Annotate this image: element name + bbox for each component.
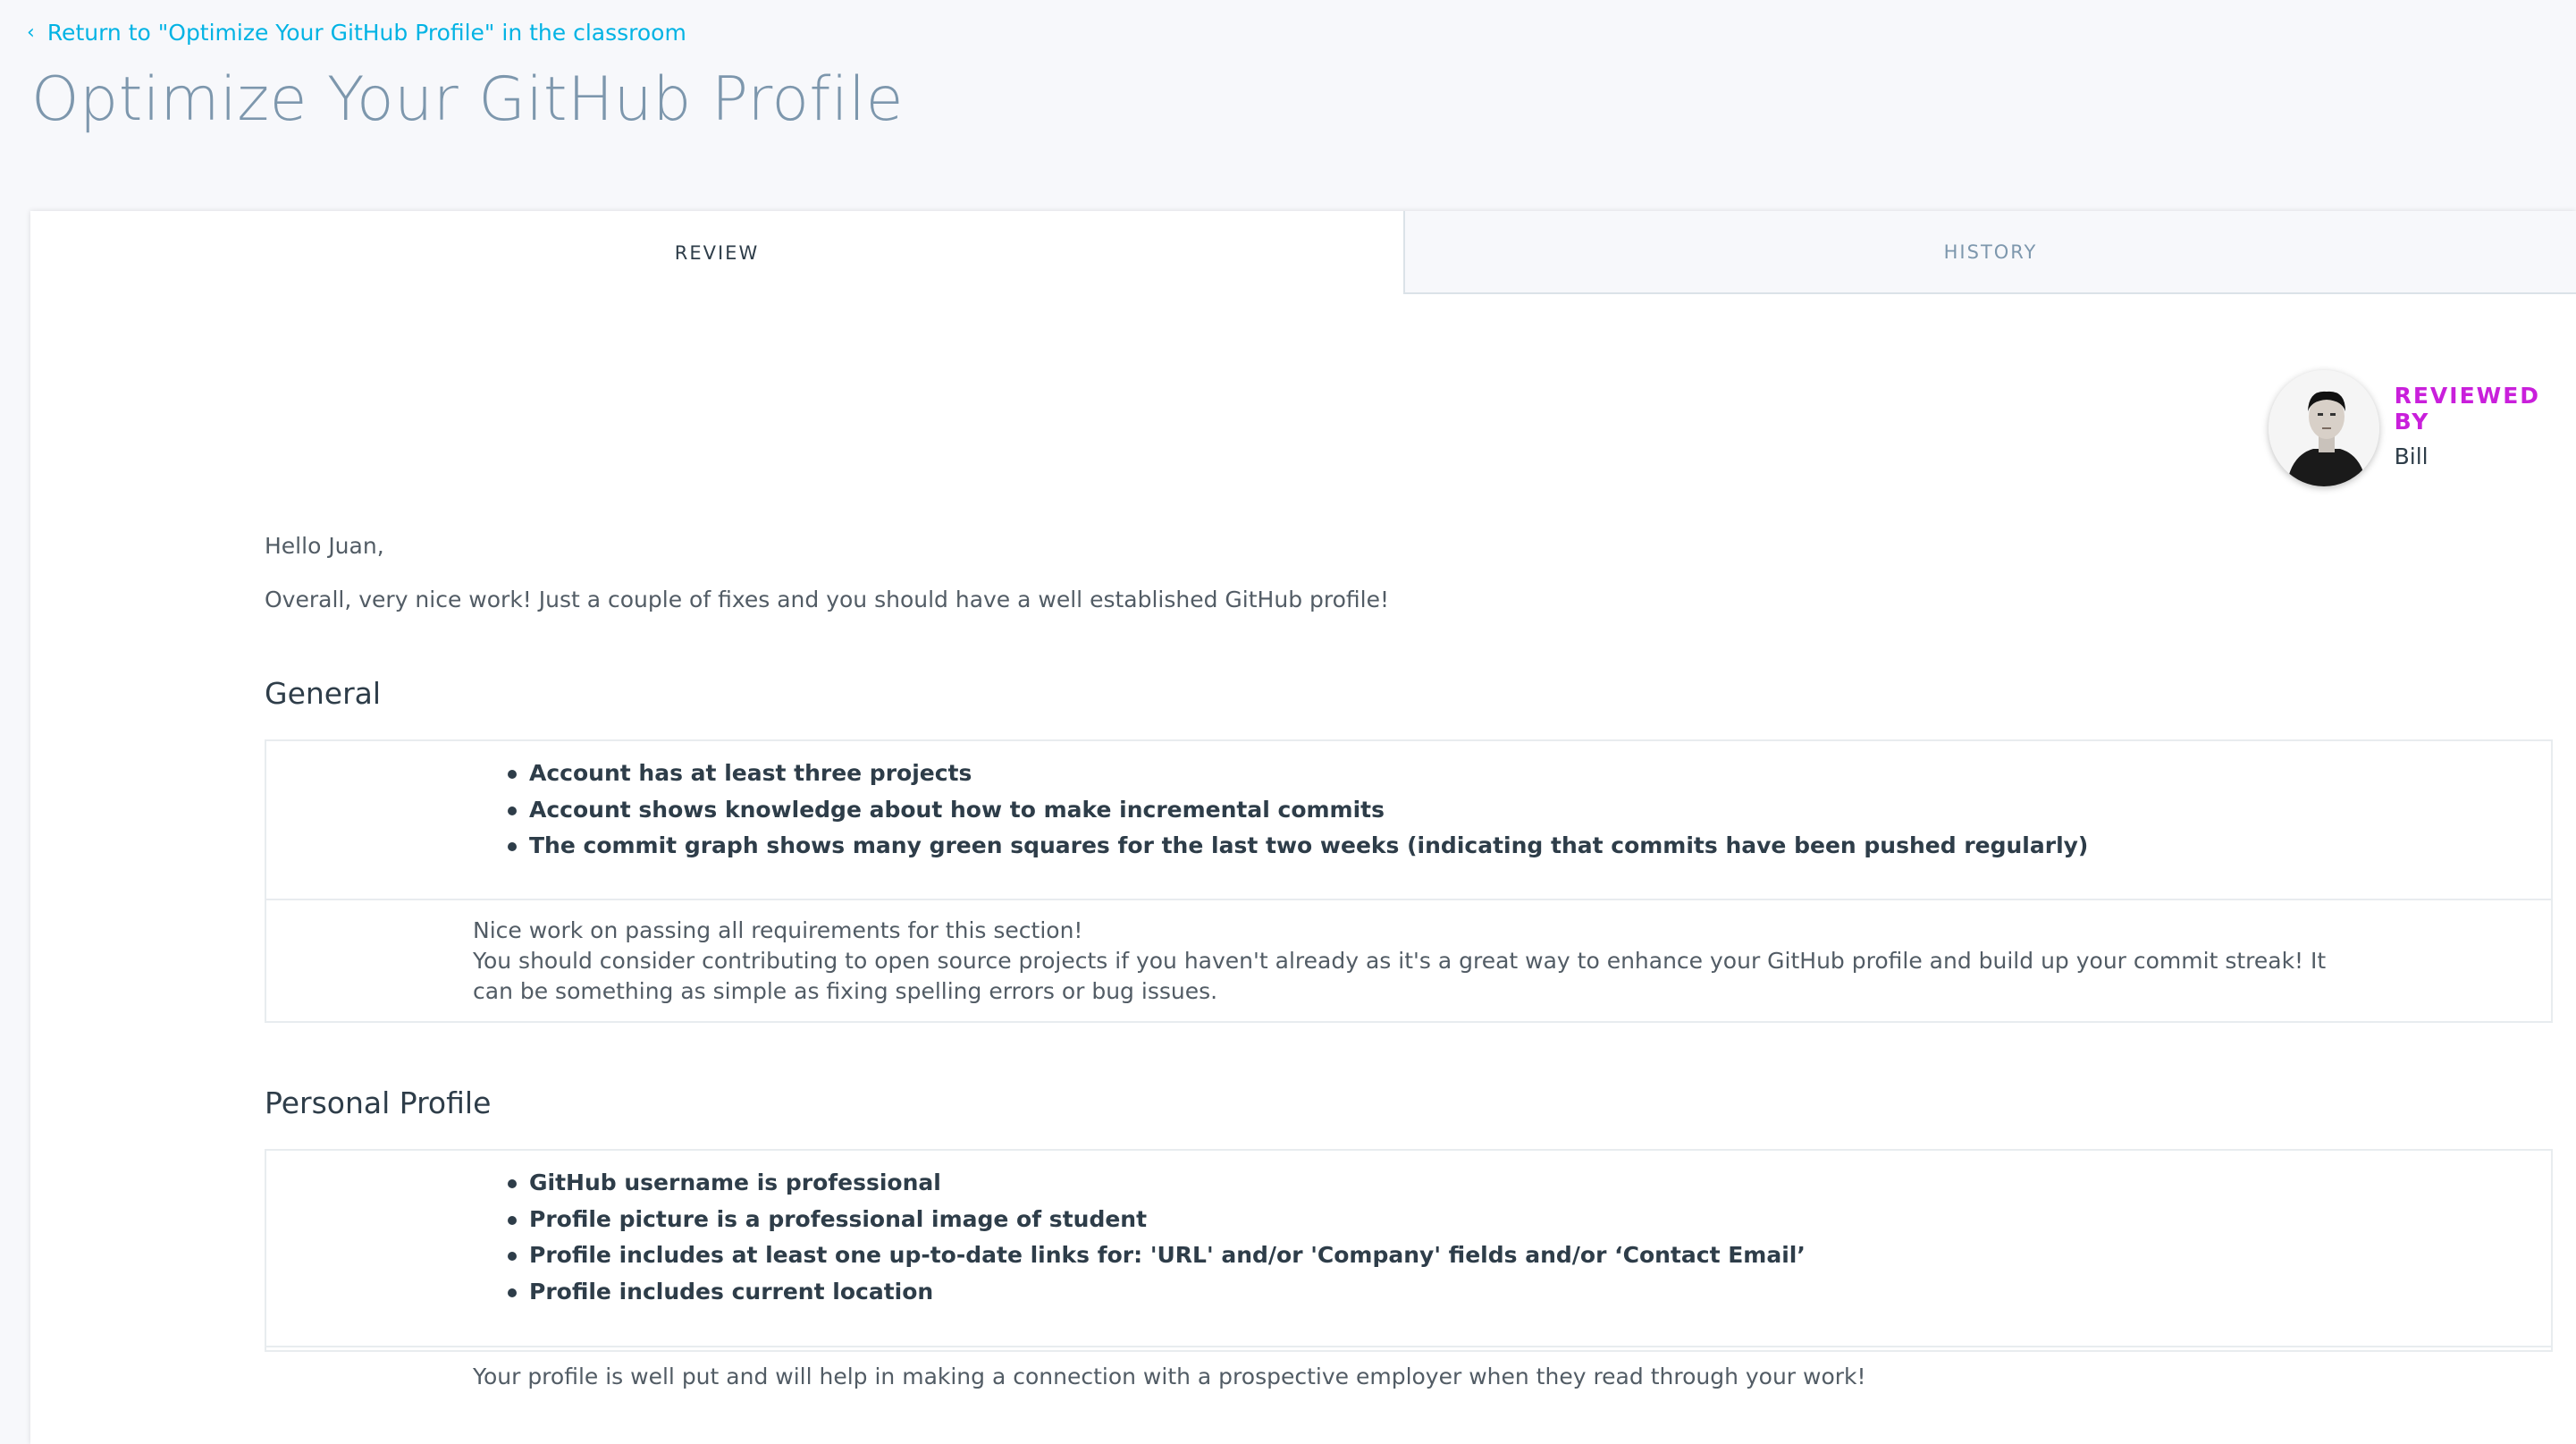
overall-comment: Overall, very nice work! Just a couple o… [265,587,1389,612]
section-personal-profile: GitHub username is professional Profile … [265,1149,2553,1389]
section-title-personal-profile: Personal Profile [265,1085,492,1120]
tab-bar: REVIEW HISTORY [30,211,2576,294]
requirement-item: The commit graph shows many green square… [508,828,2551,865]
requirement-item: GitHub username is professional [508,1165,2551,1202]
tab-history[interactable]: HISTORY [1403,211,2576,294]
section-title-general: General [265,676,382,711]
chevron-left-icon: ‹ [27,21,35,44]
reviewer-name: Bill [2394,443,2429,469]
requirement-item: Profile includes at least one up-to-date… [508,1237,2551,1274]
back-to-classroom-link[interactable]: ‹ Return to "Optimize Your GitHub Profil… [27,20,686,46]
comment-line: Your profile is well put and will help i… [473,1364,1866,1389]
greeting-text: Hello Juan, [265,533,384,559]
requirement-item: Account shows knowledge about how to mak… [508,792,2551,829]
requirement-item: Account has at least three projects [508,756,2551,792]
requirements-list: Account has at least three projects Acco… [266,741,2551,899]
requirement-item: Profile picture is a professional image … [508,1202,2551,1238]
requirements-list: GitHub username is professional Profile … [266,1151,2551,1346]
reviewer-comment: Nice work on passing all requirements fo… [266,899,2551,1007]
reviewer-comment: Your profile is well put and will help i… [266,1346,2551,1392]
tab-review[interactable]: REVIEW [30,211,1403,294]
section-general: Account has at least three projects Acco… [265,739,2553,1023]
requirement-item: Profile includes current location [508,1274,2551,1311]
review-card: REVIEW HISTORY REVIEWED BY Bill Hello Ju… [30,211,2576,1444]
reviewed-by-label: REVIEWED BY [2394,382,2541,435]
back-link-label: Return to "Optimize Your GitHub Profile"… [46,20,686,46]
page-title: Optimize Your GitHub Profile [31,64,904,135]
avatar [2269,370,2379,486]
reviewer-info: REVIEWED BY Bill [2269,370,2576,486]
comment-line: Nice work on passing all requirements fo… [473,917,1083,943]
comment-line: You should consider contributing to open… [473,948,2327,1004]
